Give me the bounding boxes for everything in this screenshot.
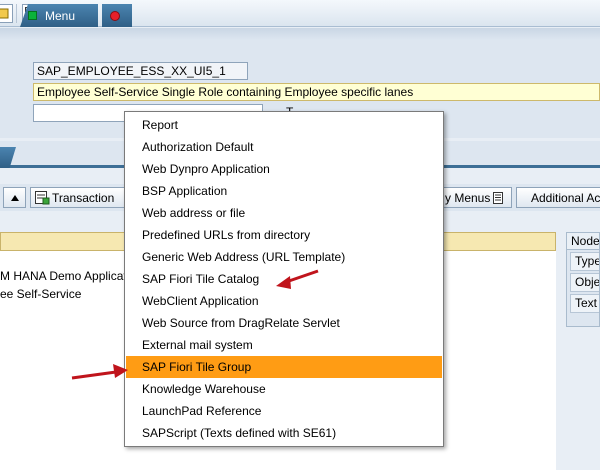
tree-item[interactable]: M HANA Demo Applicat [0,269,127,283]
menu-item-web-address-or-file[interactable]: Web address or file [126,202,442,224]
node-details-panel: Node Type Obje Text [566,232,600,327]
copy-menus-label: y Menus [445,190,491,205]
copy-menus-button[interactable]: y Menus [440,187,512,208]
node-text-label: Text [570,294,599,313]
red-status-icon [110,10,120,21]
menu-item-launchpad-reference[interactable]: LaunchPad Reference [126,400,442,422]
menu-item-bsp-application[interactable]: BSP Application [126,180,442,202]
node-object-label: Obje [570,273,599,292]
menu-item-authorization-default[interactable]: Authorization Default [126,136,442,158]
up-arrow-button[interactable] [3,187,26,208]
transaction-label: Transaction [52,190,115,205]
additional-label: Additional Ac [531,190,600,205]
menu-item-web-source-dragrelate[interactable]: Web Source from DragRelate Servlet [126,312,442,334]
node-type-label: Type [570,252,599,271]
save-icon[interactable] [0,4,13,23]
menu-item-knowledge-warehouse[interactable]: Knowledge Warehouse [126,378,442,400]
menu-item-external-mail-system[interactable]: External mail system [126,334,442,356]
additional-button[interactable]: Additional Ac [516,187,600,208]
tab-menu-label: Menu [45,8,76,23]
transaction-icon [35,190,50,204]
context-menu: Report Authorization Default Web Dynpro … [124,111,444,447]
up-arrow-icon [10,194,19,201]
header-band [0,28,600,40]
menu-item-sap-fiori-tile-group[interactable]: SAP Fiori Tile Group [126,356,442,378]
tab-menu[interactable]: Menu [20,4,98,27]
tree-item[interactable]: ee Self-Service [0,287,81,301]
role-name-field[interactable]: SAP_EMPLOYEE_ESS_XX_UI5_1 [33,62,248,80]
notepad-icon [493,191,504,204]
toolbar-separator [16,4,17,23]
node-panel-header: Node [567,233,599,250]
tab-second[interactable] [102,4,132,27]
role-description-field[interactable]: Employee Self-Service Single Role contai… [33,83,600,101]
menu-item-sap-fiori-tile-catalog[interactable]: SAP Fiori Tile Catalog [126,268,442,290]
menu-item-report[interactable]: Report [126,114,442,136]
menu-item-sapscript[interactable]: SAPScript (Texts defined with SE61) [126,422,442,444]
menu-item-web-dynpro-application[interactable]: Web Dynpro Application [126,158,442,180]
menu-item-generic-web-address[interactable]: Generic Web Address (URL Template) [126,246,442,268]
transaction-button[interactable]: Transaction [30,187,128,208]
menu-item-predefined-urls[interactable]: Predefined URLs from directory [126,224,442,246]
menu-item-webclient-application[interactable]: WebClient Application [126,290,442,312]
green-status-icon [28,11,37,20]
